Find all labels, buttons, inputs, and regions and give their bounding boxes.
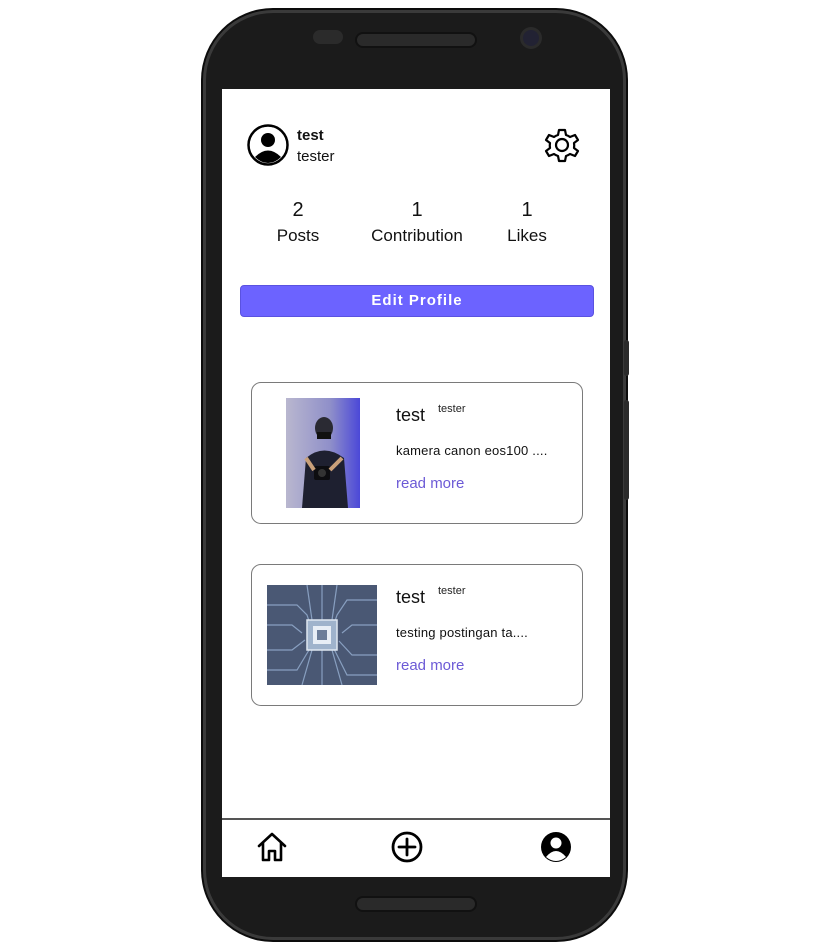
post-title: test: [396, 405, 426, 425]
stat-likes[interactable]: 1 Likes: [497, 199, 557, 246]
read-more-link[interactable]: read more: [396, 475, 464, 492]
gear-icon[interactable]: [540, 123, 584, 167]
plus-circle-icon[interactable]: [390, 830, 424, 864]
stat-posts-label: Posts: [276, 226, 320, 245]
profile-header: test tester: [222, 89, 610, 189]
post-thumbnail-circuit: [267, 585, 377, 685]
stat-likes-value: 1: [521, 199, 533, 221]
phone-power-button: [624, 400, 629, 500]
phone-sensor: [313, 30, 343, 44]
stat-posts-value: 2: [292, 199, 304, 221]
edit-profile-button[interactable]: Edit Profile: [240, 285, 594, 317]
user-avatar-icon: [247, 124, 289, 166]
post-card[interactable]: test tester kamera canon eos100 .... rea…: [251, 382, 583, 524]
stat-likes-label: Likes: [507, 226, 547, 245]
post-username: tester: [438, 585, 466, 597]
profile-icon[interactable]: [539, 830, 573, 864]
stat-contribution[interactable]: 1 Contribution: [362, 199, 472, 246]
home-icon[interactable]: [255, 830, 289, 864]
post-card[interactable]: test tester testing postingan ta.... rea…: [251, 564, 583, 706]
post-excerpt: kamera canon eos100 ....: [396, 443, 548, 458]
profile-stats: 2 Posts 1 Contribution 1 Likes: [222, 199, 610, 259]
stat-contribution-value: 1: [411, 199, 423, 221]
post-excerpt: testing postingan ta....: [396, 625, 528, 640]
bottom-navigation: [222, 818, 610, 877]
profile-handle: tester: [297, 148, 335, 165]
stat-contribution-label: Contribution: [371, 226, 463, 245]
phone-front-camera: [523, 30, 539, 46]
stat-posts[interactable]: 2 Posts: [268, 199, 328, 246]
post-title: test: [396, 587, 426, 607]
post-username: tester: [438, 403, 466, 415]
profile-name: test: [297, 127, 324, 144]
phone-speaker-bottom: [355, 896, 477, 912]
app-screen: test tester 2 Posts 1 Contribution 1 Lik…: [222, 89, 610, 877]
post-thumbnail-photographer: [286, 398, 360, 508]
phone-volume-button: [624, 340, 629, 376]
phone-speaker-top: [355, 32, 477, 48]
read-more-link[interactable]: read more: [396, 657, 464, 674]
